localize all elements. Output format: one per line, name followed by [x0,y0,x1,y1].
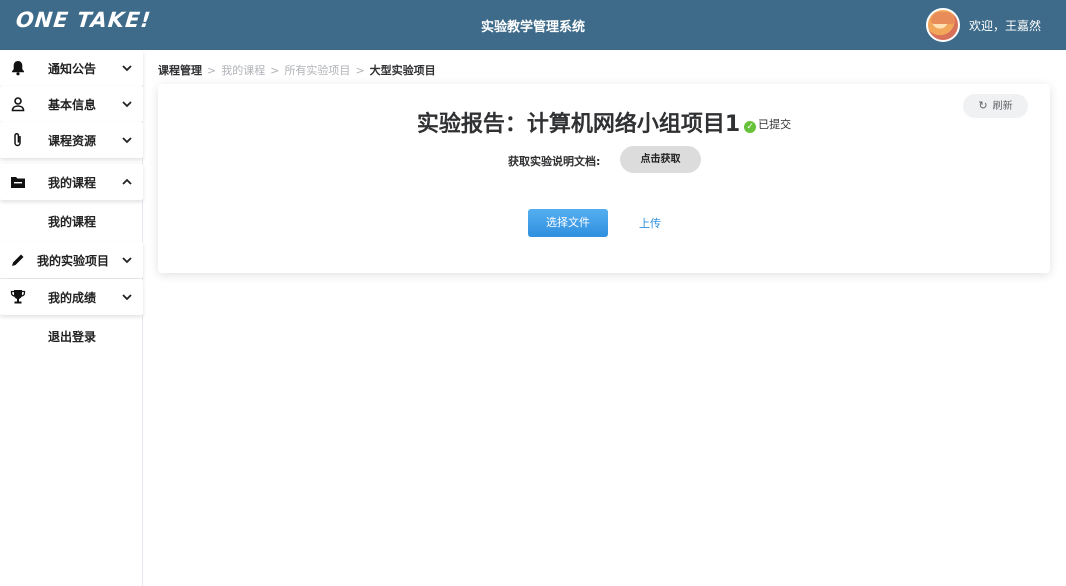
user-icon [10,96,26,112]
breadcrumb-item[interactable]: 课程管理 [158,62,202,78]
folder-icon [10,174,26,190]
breadcrumb-item[interactable]: 我的课程 [221,62,265,78]
logout-button[interactable]: 退出登录 [0,320,143,350]
sidebar-item-label: 通知公告 [48,62,97,76]
chevron-down-icon [120,253,134,267]
breadcrumb-current: 大型实验项目 [369,64,436,77]
paperclip-icon [10,132,26,148]
avatar-icon[interactable] [926,8,960,42]
status-badge: ✓ 已提交 [744,116,791,133]
check-circle-icon: ✓ [744,121,757,133]
bell-icon [10,60,26,76]
breadcrumb-separator: > [207,64,217,77]
report-title: 实验报告：计算机网络小组项目1 ✓ 已提交 [158,106,1050,138]
sidebar-item-label: 课程资源 [48,134,97,148]
report-title-text: 实验报告：计算机网络小组项目1 [416,112,741,137]
chevron-down-icon [120,133,134,147]
report-card: ↻ 刷新 实验报告：计算机网络小组项目1 ✓ 已提交 获取实验说明文档: 点击获取 选… [158,84,1050,273]
sidebar-subitem-my-courses[interactable]: 我的课程 [0,205,143,235]
sidebar: 通知公告 基本信息 课程资源 我的课程 我的课程 我的实验项目 我的成绩 退出登… [0,50,143,586]
app-title: 实验教学管理系统 [480,20,585,35]
sidebar-item-my-courses[interactable]: 我的课程 [0,164,143,200]
chevron-down-icon [120,290,134,304]
upload-link[interactable]: 上传 [639,215,661,231]
sidebar-item-course-resources[interactable]: 课程资源 [0,122,143,158]
sidebar-item-label: 我的实验项目 [37,254,110,268]
top-bar: ONE TAKE! 实验教学管理系统 欢迎，王嘉然 [0,0,1066,50]
choose-file-button[interactable]: 选择文件 [528,209,608,237]
sidebar-item-label: 我的成绩 [48,291,97,305]
chevron-up-icon [120,175,134,189]
doc-label: 获取实验说明文档: [508,155,601,168]
sidebar-item-basic-info[interactable]: 基本信息 [0,86,143,122]
sidebar-item-label: 基本信息 [48,98,97,112]
sidebar-item-notices[interactable]: 通知公告 [0,50,143,86]
sidebar-item-my-experiments[interactable]: 我的实验项目 [0,242,143,278]
chevron-down-icon [120,61,134,75]
sidebar-item-my-grades[interactable]: 我的成绩 [0,279,143,315]
breadcrumb-item[interactable]: 所有实验项目 [284,62,350,78]
breadcrumb-separator: > [270,64,280,77]
pencil-icon [10,252,26,268]
sidebar-subitem-label: 我的课程 [48,215,97,229]
breadcrumb-separator: > [355,64,365,77]
trophy-icon [10,289,26,305]
status-text: 已提交 [758,118,792,131]
welcome-text: 欢迎，王嘉然 [969,19,1042,33]
sidebar-item-label: 我的课程 [48,176,97,190]
logout-label: 退出登录 [48,330,97,344]
chevron-down-icon [120,97,134,111]
get-doc-button[interactable]: 点击获取 [620,146,701,173]
breadcrumb: 课程管理 > 我的课程 > 所有实验项目 > 大型实验项目 [158,62,436,78]
